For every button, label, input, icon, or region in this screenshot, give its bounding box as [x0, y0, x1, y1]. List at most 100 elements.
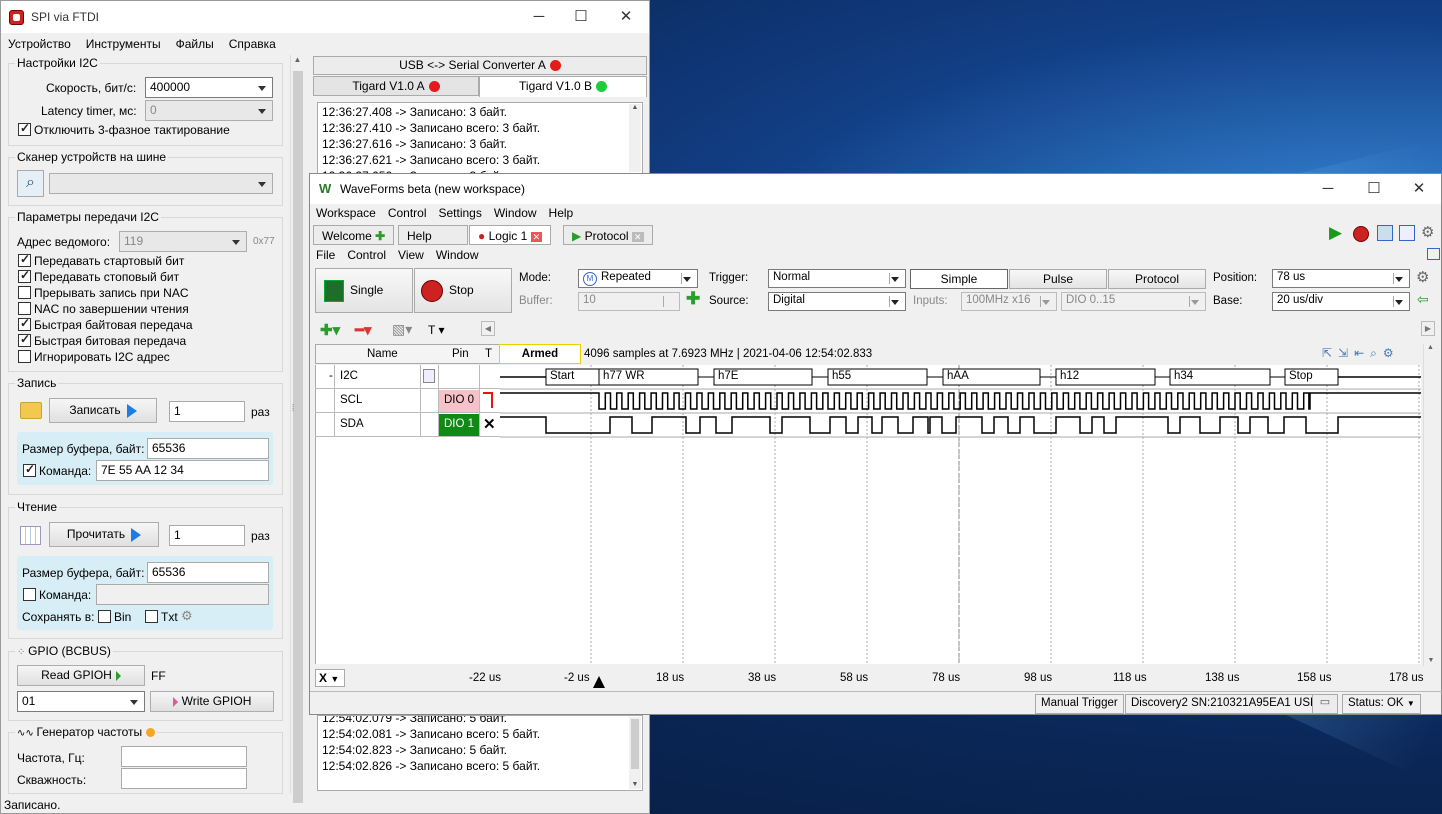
bin-checkbox[interactable] [98, 610, 111, 623]
scroll-left-button[interactable]: ◀ [481, 321, 495, 336]
menu-workspace[interactable]: Workspace [310, 204, 382, 222]
duty-input[interactable] [121, 768, 247, 789]
folder-icon[interactable] [20, 402, 42, 419]
tab-tigard-a[interactable]: Tigard V1.0 A [313, 76, 479, 96]
add-buffer-icon[interactable]: ✚ [686, 289, 700, 309]
trigger-pulse-tab[interactable]: Pulse [1009, 269, 1107, 289]
settings-icon[interactable]: ⚙ [1421, 223, 1434, 241]
float-window-icon[interactable] [1427, 248, 1440, 260]
read-button[interactable]: Прочитать [49, 522, 159, 547]
run-all-icon[interactable]: ▶ [1329, 223, 1342, 243]
read-buffer-input[interactable]: 65536 [147, 562, 269, 583]
position-reset-icon[interactable]: ⚙ [1416, 268, 1429, 286]
grid-icon[interactable] [20, 526, 41, 545]
channel-row-i2c[interactable]: - I2C [315, 365, 501, 389]
option-checkbox[interactable] [18, 316, 31, 331]
tab-logic[interactable]: ● Logic 1 ✕ [469, 225, 552, 245]
wf-maximize-button[interactable]: ☐ [1364, 179, 1384, 199]
menu-tools[interactable]: Инструменты [79, 34, 169, 51]
waveform-plot[interactable] [500, 365, 1421, 664]
status-indicator[interactable]: Status: OK ▼ [1342, 694, 1421, 714]
stop-button[interactable]: Stop [414, 268, 512, 313]
read-count-input[interactable]: 1 [169, 525, 245, 546]
log-top-scrollbar[interactable]: ▲ [629, 104, 641, 172]
scanner-select[interactable] [49, 173, 273, 194]
dock-icon[interactable] [1399, 225, 1415, 241]
channel-row-scl[interactable]: SCL DIO 0 [315, 389, 501, 413]
scroll-right-button[interactable]: ▶ [1421, 321, 1435, 336]
falling-edge-trigger-icon[interactable] [483, 392, 493, 408]
device-icon[interactable]: ▭ [1312, 694, 1338, 714]
read-gpioh-button[interactable]: Read GPIOH [17, 665, 145, 686]
source-select[interactable]: Digital [768, 292, 906, 311]
buffer-input[interactable]: 10 [578, 292, 680, 311]
text-icon[interactable]: T ▾ [428, 323, 444, 337]
inputs-select[interactable]: 100MHz x16 [961, 292, 1057, 311]
trigger-select[interactable]: Normal [768, 269, 906, 288]
freq-input[interactable] [121, 746, 247, 767]
write-gpioh-button[interactable]: Write GPIOH [150, 691, 274, 712]
channel-row-sda[interactable]: SDA DIO 1 ✕ [315, 413, 501, 437]
ignore-trigger-icon[interactable]: ✕ [483, 415, 496, 433]
base-select[interactable]: 20 us/div [1272, 292, 1410, 311]
read-command-checkbox[interactable] [23, 588, 36, 601]
plot-scrollbar[interactable]: ▲ ▼ [1423, 344, 1437, 666]
wf-minimize-button[interactable]: ─ [1318, 179, 1338, 199]
menu-help[interactable]: Справка [222, 34, 284, 51]
menu-settings[interactable]: Settings [433, 204, 488, 222]
option-checkbox[interactable] [18, 252, 31, 267]
write-command-input[interactable]: 7E 55 AA 12 34 [96, 460, 269, 481]
tab-help[interactable]: Help [398, 225, 468, 245]
trigger-simple-tab[interactable]: Simple [910, 269, 1008, 289]
remove-channel-icon[interactable]: ━▾ [355, 321, 372, 339]
latency-select[interactable]: 0 [145, 100, 273, 121]
trigger-position-marker[interactable] [593, 676, 605, 688]
maximize-button[interactable]: ☐ [571, 7, 591, 27]
dio-select[interactable]: DIO 0..15 [1061, 292, 1206, 311]
window-layout-icon[interactable] [1377, 225, 1393, 241]
gpio-select[interactable]: 01 [17, 691, 145, 712]
wf-close-button[interactable]: ✕ [1409, 179, 1429, 199]
device-tab[interactable]: USB <-> Serial Converter A [313, 56, 647, 75]
scroll-thumb[interactable] [293, 71, 303, 803]
txt-checkbox[interactable] [145, 610, 158, 623]
option-checkbox[interactable] [18, 350, 31, 363]
trigger-protocol-tab[interactable]: Protocol [1108, 269, 1206, 289]
option-checkbox[interactable] [18, 332, 31, 347]
write-buffer-input[interactable]: 65536 [147, 438, 269, 459]
submenu-control[interactable]: Control [341, 246, 392, 264]
menu-device[interactable]: Устройство [1, 34, 79, 51]
gear-icon[interactable]: ⚙ [181, 608, 193, 624]
edit-icon[interactable]: ▧▾ [392, 321, 412, 338]
minimize-button[interactable]: ─ [529, 7, 549, 27]
position-input[interactable]: 78 us [1272, 269, 1410, 288]
menu-window[interactable]: Window [488, 204, 543, 222]
mode-select[interactable]: M Repeated [578, 269, 698, 288]
log-bottom-scrollbar[interactable]: ▼ [629, 717, 641, 789]
tab-protocol[interactable]: ▶ Protocol ✕ [563, 225, 653, 245]
write-button[interactable]: Записать [49, 398, 157, 423]
submenu-file[interactable]: File [310, 246, 341, 264]
manual-trigger-button[interactable]: Manual Trigger [1035, 694, 1124, 714]
collapse-toggle[interactable]: - [329, 370, 333, 382]
menu-control[interactable]: Control [382, 204, 433, 222]
close-button[interactable]: ✕ [616, 7, 636, 27]
address-select[interactable]: 119 [119, 231, 247, 252]
tab-tigard-b[interactable]: Tigard V1.0 B [479, 76, 647, 97]
left-scrollbar[interactable]: ▲ [290, 55, 304, 803]
cursor-icons[interactable]: ⇱⇲⇤⌕⚙ [1322, 346, 1400, 361]
write-command-checkbox[interactable] [23, 462, 36, 477]
single-button[interactable]: Single [315, 268, 413, 313]
menu-help[interactable]: Help [543, 204, 580, 222]
submenu-window[interactable]: Window [430, 246, 485, 264]
speed-select[interactable]: 400000 [145, 77, 273, 98]
three-phase-checkbox[interactable] [18, 121, 31, 136]
option-checkbox[interactable] [18, 286, 31, 299]
option-checkbox[interactable] [18, 268, 31, 283]
device-info[interactable]: Discovery2 SN:210321A95EA1 USB [1125, 694, 1324, 714]
menu-files[interactable]: Файлы [169, 34, 222, 51]
scan-icon[interactable]: ⌕ [17, 170, 44, 197]
x-axis-button[interactable]: X ▼ [315, 669, 345, 687]
tab-welcome[interactable]: Welcome ✚ [313, 225, 395, 245]
add-channel-icon[interactable]: ✚▾ [320, 321, 340, 339]
